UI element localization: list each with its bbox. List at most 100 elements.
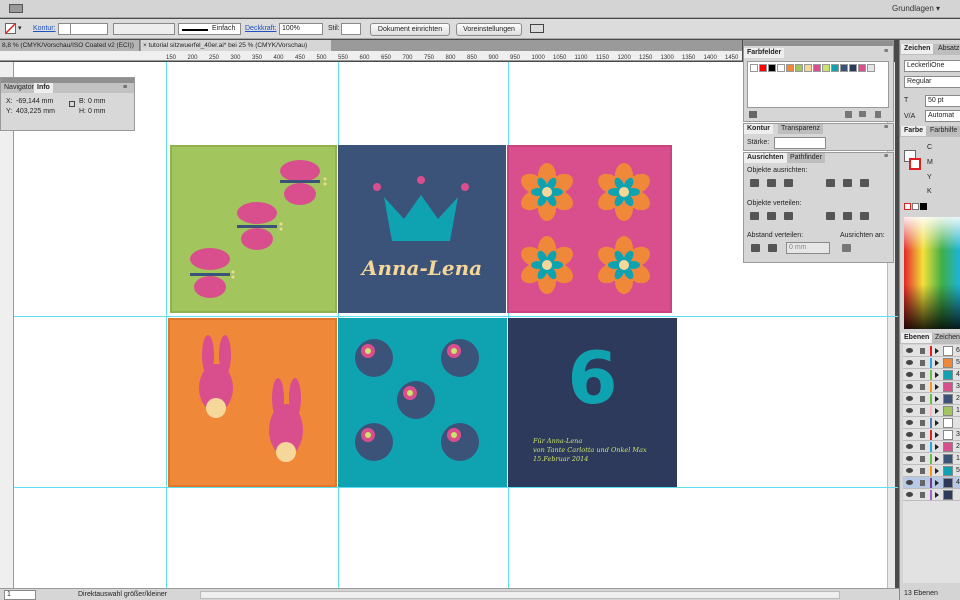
font-style-field[interactable]: Regular — [904, 76, 960, 88]
document-tab[interactable]: 8,8 % (CMYK/Vorschau/ISO Coated v2 (ECI)… — [0, 40, 140, 51]
color-swatch[interactable] — [777, 64, 785, 72]
color-swatch[interactable] — [750, 64, 758, 72]
lock-icon[interactable] — [920, 384, 925, 390]
eye-icon[interactable] — [906, 432, 913, 437]
panel-menu-icon[interactable]: ≡ — [123, 84, 127, 91]
distribute-button-icon[interactable] — [826, 212, 835, 220]
layer-row[interactable]: 3 — [903, 429, 960, 441]
page-field[interactable]: 1 — [4, 590, 36, 600]
white-swatch[interactable] — [912, 203, 919, 210]
layer-row[interactable] — [903, 417, 960, 429]
document-setup-button[interactable]: Dokument einrichten — [370, 23, 450, 36]
arrange-documents-icon[interactable] — [9, 4, 23, 13]
document-tab-active[interactable]: × tutorial sitzwuerfel_40er.ai* bei 25 %… — [141, 40, 331, 51]
lock-icon[interactable] — [920, 480, 925, 486]
eye-icon[interactable] — [906, 420, 913, 425]
color-swatch[interactable] — [849, 64, 857, 72]
layer-row[interactable]: 4 — [903, 369, 960, 381]
layer-row[interactable]: 6 — [903, 345, 960, 357]
spacing-input[interactable]: 0 mm — [786, 242, 830, 254]
tab-transparenz[interactable]: Transparenz — [778, 124, 824, 134]
workspace-switcher[interactable]: Grundlagen ▾ — [892, 4, 940, 13]
color-swatch[interactable] — [768, 64, 776, 72]
lock-icon[interactable] — [920, 420, 925, 426]
variable-width-profile[interactable] — [113, 23, 175, 35]
layer-row[interactable] — [903, 489, 960, 501]
expand-icon[interactable] — [935, 360, 939, 366]
new-swatch-icon[interactable] — [845, 111, 852, 118]
tab-kontur[interactable]: Kontur — [744, 124, 773, 134]
tab-absatz[interactable]: Absatz — [935, 44, 960, 54]
tab-navigator[interactable]: Navigator — [1, 83, 37, 93]
kontur-label[interactable]: Kontur: — [33, 25, 56, 32]
tab-farbfelder[interactable]: Farbfelder — [744, 48, 785, 58]
color-swatch[interactable] — [822, 64, 830, 72]
expand-icon[interactable] — [935, 480, 939, 486]
expand-icon[interactable] — [935, 492, 939, 498]
lock-icon[interactable] — [920, 408, 925, 414]
graphic-style-field[interactable] — [341, 23, 361, 35]
stroke-weight-input[interactable] — [774, 137, 826, 149]
lock-icon[interactable] — [920, 444, 925, 450]
expand-icon[interactable] — [935, 468, 939, 474]
color-swatch[interactable] — [831, 64, 839, 72]
panel-menu-icon[interactable]: ≡ — [884, 48, 888, 55]
eye-icon[interactable] — [906, 468, 913, 473]
eye-icon[interactable] — [906, 360, 913, 365]
layer-row[interactable]: 2 — [903, 441, 960, 453]
eye-icon[interactable] — [906, 480, 913, 485]
distribute-spacing-horizontal-icon[interactable] — [768, 244, 777, 252]
expand-icon[interactable] — [935, 396, 939, 402]
tab-ebenen[interactable]: Ebenen — [901, 333, 933, 343]
none-swatch[interactable] — [904, 203, 911, 210]
tab-zeichen[interactable]: Zeichen — [901, 44, 934, 54]
align-to-selection-icon[interactable] — [842, 244, 851, 252]
layer-row[interactable]: 4 — [903, 477, 960, 489]
color-swatch[interactable] — [813, 64, 821, 72]
align-button-icon[interactable] — [784, 179, 793, 187]
distribute-spacing-vertical-icon[interactable] — [751, 244, 760, 252]
tab-farbe[interactable]: Farbe — [901, 126, 927, 136]
align-button-icon[interactable] — [860, 179, 869, 187]
trash-icon[interactable] — [875, 111, 881, 118]
tile-dots[interactable] — [338, 318, 507, 487]
lock-icon[interactable] — [920, 360, 925, 366]
layer-row[interactable]: 1 — [903, 453, 960, 465]
lock-icon[interactable] — [920, 396, 925, 402]
distribute-button-icon[interactable] — [860, 212, 869, 220]
align-button-icon[interactable] — [843, 179, 852, 187]
preferences-button[interactable]: Voreinstellungen — [456, 23, 522, 36]
tab-farbhilfe[interactable]: Farbhilfe — [927, 126, 960, 136]
font-family-field[interactable]: LeckerliOne — [904, 60, 960, 72]
color-spectrum[interactable] — [904, 217, 960, 329]
layer-row[interactable]: 2 — [903, 393, 960, 405]
deckkraft-label[interactable]: Deckkraft: — [245, 25, 277, 32]
distribute-button-icon[interactable] — [784, 212, 793, 220]
fill-dropdown-icon[interactable]: ▾ — [18, 24, 22, 32]
arrange-icon[interactable] — [530, 24, 544, 33]
lock-icon[interactable] — [920, 348, 925, 354]
tab-ausrichten[interactable]: Ausrichten — [744, 153, 787, 163]
tile-bunnies[interactable] — [168, 318, 337, 487]
distribute-button-icon[interactable] — [843, 212, 852, 220]
fill-stroke-icon[interactable] — [904, 150, 922, 174]
brush-definition[interactable]: Einfach — [178, 23, 241, 35]
expand-icon[interactable] — [935, 420, 939, 426]
expand-icon[interactable] — [935, 408, 939, 414]
tab-pathfinder[interactable]: Pathfinder — [787, 153, 825, 163]
layer-row[interactable]: 1 — [903, 405, 960, 417]
tile-number[interactable]: 6 Für Anna-Lena von Tante Carlotta und O… — [508, 318, 677, 487]
eye-icon[interactable] — [906, 396, 913, 401]
tile-flowers[interactable] — [507, 145, 672, 313]
color-swatch[interactable] — [759, 64, 767, 72]
color-swatch[interactable] — [840, 64, 848, 72]
eye-icon[interactable] — [906, 408, 913, 413]
expand-icon[interactable] — [935, 456, 939, 462]
eye-icon[interactable] — [906, 372, 913, 377]
layer-row[interactable]: 3 — [903, 381, 960, 393]
eye-icon[interactable] — [906, 348, 913, 353]
black-swatch[interactable] — [920, 203, 927, 210]
color-swatch[interactable] — [867, 64, 875, 72]
tile-crown-name[interactable]: Anna-Lena — [338, 145, 506, 313]
eye-icon[interactable] — [906, 492, 913, 497]
